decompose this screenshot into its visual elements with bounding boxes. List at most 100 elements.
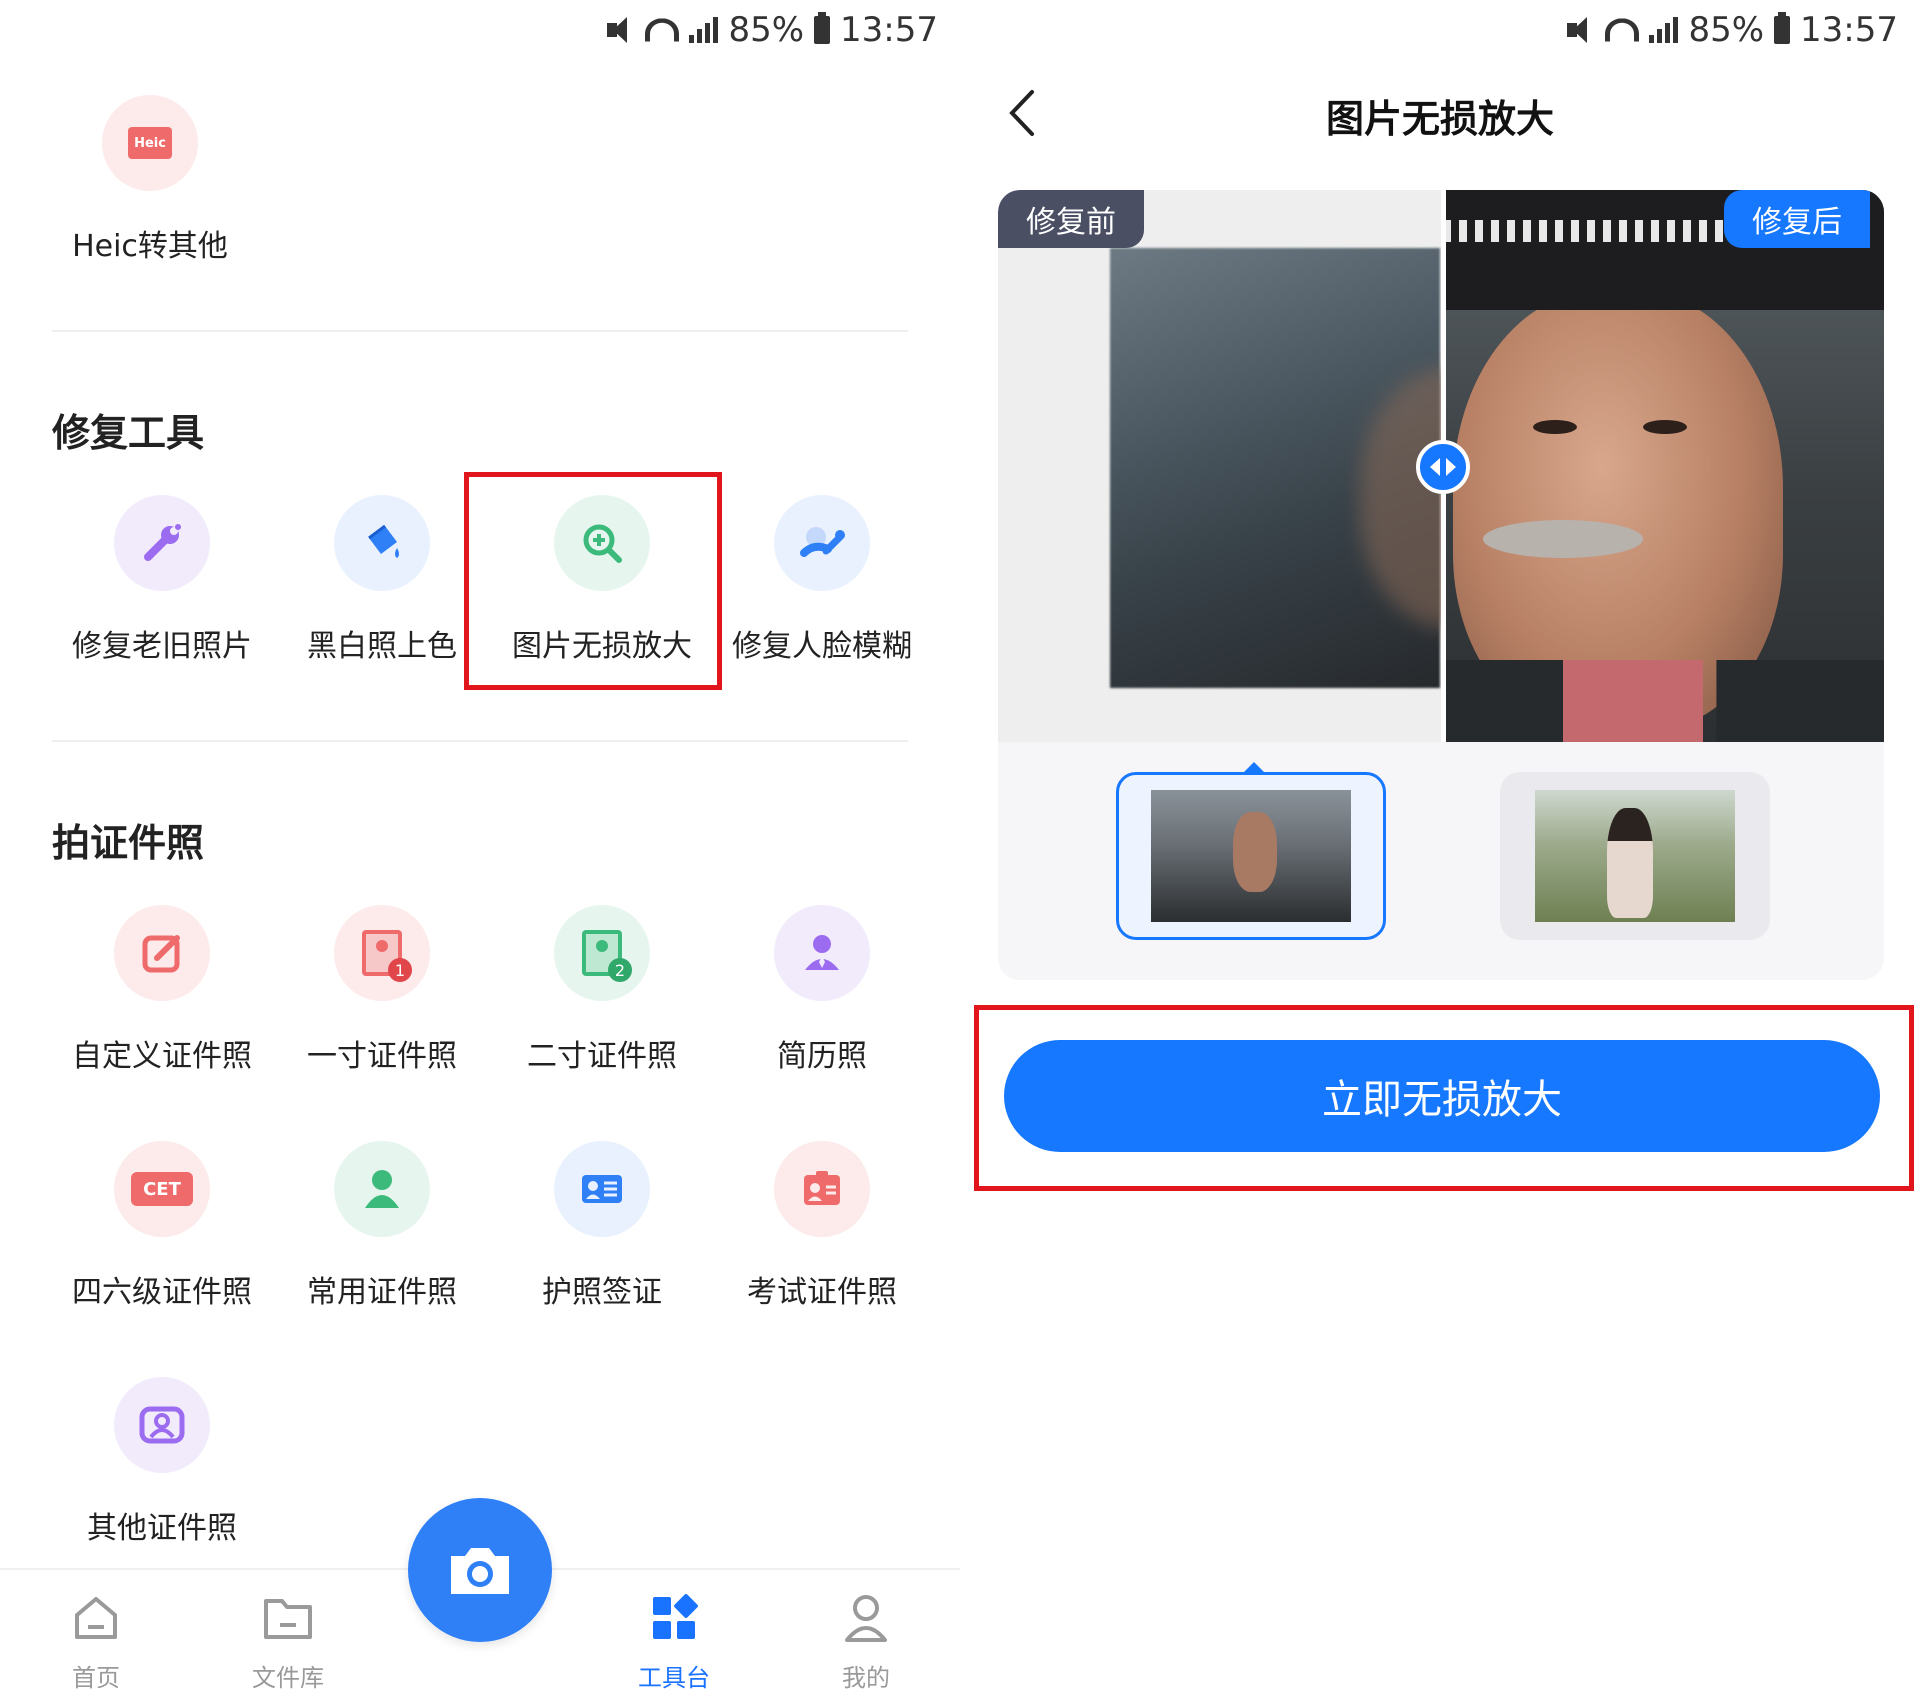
cet-icon: CET [114, 1141, 210, 1237]
tool-label: 修复人脸模糊 [732, 629, 912, 664]
comparison-card: 修复前 修复后 [998, 190, 1884, 980]
eye [1533, 420, 1577, 434]
id-photo-grid: 自定义证件照 1 一寸证件照 2 二寸证件照 简历照 CET 四六级证件照 常用… [52, 885, 932, 1593]
id-card-icon [554, 1141, 650, 1237]
hat-band [1443, 220, 1743, 242]
portrait-frame-icon [114, 1377, 210, 1473]
battery-icon [814, 12, 831, 44]
page-title: 图片无损放大 [1325, 97, 1554, 141]
nav-tools[interactable]: 工具台 [614, 1590, 734, 1693]
tool-1inch-photo[interactable]: 1 一寸证件照 [272, 885, 492, 1121]
sample-thumbnails [998, 742, 1884, 980]
tool-label: 护照签证 [542, 1275, 662, 1310]
camera-button[interactable] [408, 1498, 552, 1642]
collar [1563, 660, 1703, 742]
mute-icon [607, 17, 635, 43]
before-after-preview[interactable]: 修复前 修复后 [998, 190, 1884, 742]
thumbnail-image [1151, 790, 1351, 922]
tool-label: Heic转其他 [72, 229, 228, 264]
tool-custom-id-photo[interactable]: 自定义证件照 [52, 885, 272, 1121]
nav-me[interactable]: 我的 [806, 1590, 926, 1693]
tool-label: 其他证件照 [87, 1511, 237, 1546]
after-image [1443, 190, 1884, 742]
home-icon [36, 1590, 156, 1646]
arrows-left-right-icon [1430, 458, 1456, 476]
edit-icon [114, 905, 210, 1001]
tool-other-photo[interactable]: 其他证件照 [52, 1357, 272, 1593]
tool-label: 考试证件照 [747, 1275, 897, 1310]
wifi-icon [1605, 18, 1640, 42]
divider [52, 740, 908, 742]
battery-icon [1774, 12, 1791, 44]
photo-2-icon: 2 [554, 905, 650, 1001]
tool-heic-convert[interactable]: Heic Heic转其他 [60, 95, 240, 265]
mustache [1483, 520, 1643, 558]
tool-cet-photo[interactable]: CET 四六级证件照 [52, 1121, 272, 1357]
section-title-repair: 修复工具 [52, 411, 205, 455]
status-bar: 85% 13:57 [607, 0, 938, 60]
tool-label: 自定义证件照 [72, 1039, 252, 1074]
tool-2inch-photo[interactable]: 2 二寸证件照 [492, 885, 712, 1121]
tool-label: 二寸证件照 [527, 1039, 677, 1074]
tool-face-deblur[interactable]: 修复人脸模糊 [712, 475, 932, 711]
grid-icon [614, 1590, 734, 1646]
person-tie-icon [774, 905, 870, 1001]
nav-label: 文件库 [252, 1664, 324, 1692]
tool-label: 四六级证件照 [72, 1275, 252, 1310]
tool-label: 黑白照上色 [307, 629, 457, 664]
user-icon [806, 1590, 926, 1646]
badge-1: 1 [388, 958, 412, 982]
signal-icon [1649, 17, 1679, 43]
status-bar: 85% 13:57 [1567, 0, 1898, 60]
tool-label: 一寸证件照 [307, 1039, 457, 1074]
tool-label: 常用证件照 [307, 1275, 457, 1310]
camera-icon [451, 1548, 509, 1594]
badge-2: 2 [608, 958, 632, 982]
battery-percent: 85% [728, 10, 805, 50]
nav-label: 工具台 [638, 1664, 710, 1692]
eye [1643, 420, 1687, 434]
upscale-screen: 85% 13:57 图片无损放大 修复前 修复后 立即无损放大 [960, 0, 1920, 1707]
thumbnail-image [1535, 790, 1735, 922]
clock: 13:57 [840, 10, 938, 50]
nav-home[interactable]: 首页 [36, 1590, 156, 1693]
person-icon [334, 1141, 430, 1237]
photo-1-icon: 1 [334, 905, 430, 1001]
tool-passport-visa[interactable]: 护照签证 [492, 1121, 712, 1357]
tool-label: 修复老旧照片 [72, 629, 252, 664]
tool-label: 简历照 [777, 1039, 867, 1074]
cet-badge: CET [131, 1172, 193, 1206]
clock: 13:57 [1800, 10, 1898, 50]
after-tag: 修复后 [1724, 190, 1870, 248]
tool-exam-photo[interactable]: 考试证件照 [712, 1121, 932, 1357]
battery-percent: 85% [1688, 10, 1765, 50]
folder-icon [228, 1590, 348, 1646]
screenshot-composite: 85% 13:57 Heic Heic转其他 修复工具 修复老旧照片 黑白照上色… [0, 0, 1920, 1707]
nav-label: 首页 [72, 1664, 120, 1692]
nav-label: 我的 [842, 1664, 890, 1692]
thumbnail-old-man[interactable] [1116, 772, 1386, 940]
compare-slider-handle[interactable] [1416, 440, 1470, 494]
heic-icon-text: Heic [128, 127, 172, 159]
heic-icon: Heic [102, 95, 198, 191]
tool-colorize[interactable]: 黑白照上色 [272, 475, 492, 711]
divider [52, 330, 908, 332]
header: 图片无损放大 [960, 70, 1920, 156]
tool-repair-old-photo[interactable]: 修复老旧照片 [52, 475, 272, 711]
before-tag: 修复前 [998, 190, 1144, 248]
tool-common-photo[interactable]: 常用证件照 [272, 1121, 492, 1357]
tools-screen: 85% 13:57 Heic Heic转其他 修复工具 修复老旧照片 黑白照上色… [0, 0, 960, 1707]
wifi-icon [645, 18, 680, 42]
wrench-brush-icon [114, 495, 210, 591]
upscale-now-button[interactable]: 立即无损放大 [1004, 1040, 1880, 1152]
signal-icon [689, 17, 719, 43]
nav-files[interactable]: 文件库 [228, 1590, 348, 1693]
exam-card-icon [774, 1141, 870, 1237]
section-title-id-photo: 拍证件照 [52, 821, 205, 865]
paint-bucket-icon [334, 495, 430, 591]
face-repair-icon [774, 495, 870, 591]
mute-icon [1567, 17, 1595, 43]
thumbnail-girl[interactable] [1500, 772, 1770, 940]
tool-resume-photo[interactable]: 简历照 [712, 885, 932, 1121]
before-image [1110, 248, 1560, 688]
